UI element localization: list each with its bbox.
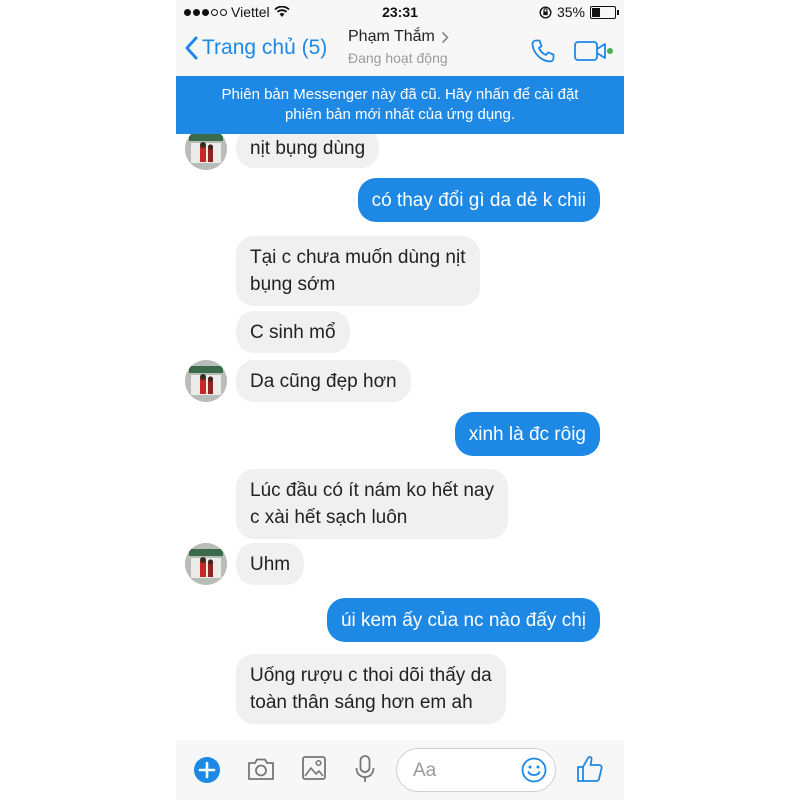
chevron-left-icon (185, 36, 198, 60)
contact-avatar[interactable] (185, 543, 227, 585)
message-text-line: Uống rượu c thoi dõi thấy da (250, 665, 492, 686)
received-message-bubble[interactable]: Lúc đầu có ít nám ko hết nay c xài hết sạ… (236, 469, 508, 539)
contact-name: Phạm Thắm (348, 28, 435, 45)
phone-icon[interactable] (530, 38, 556, 64)
status-right: 35% (539, 4, 619, 20)
microphone-icon[interactable] (353, 754, 377, 784)
battery-percent: 35% (556, 4, 585, 20)
sent-message-bubble[interactable]: có thay đổi gì da dẻ k chii (357, 178, 600, 222)
received-message-bubble[interactable]: Uống rượu c thoi dõi thấy da toàn thân sá… (236, 654, 506, 724)
sent-message-bubble[interactable]: xinh là đc rôig (454, 412, 600, 456)
update-banner[interactable]: Phiên bản Messenger này đã cũ. Hãy nhấn … (176, 76, 624, 134)
received-message-bubble[interactable]: C sinh mổ (236, 311, 350, 353)
battery-icon (590, 5, 619, 19)
message-text-line: có thay đổi gì da dẻ k chii (371, 189, 586, 211)
received-message-bubble[interactable]: Tại c chưa muốn dùng nịt bụng sớm (236, 236, 480, 306)
message-text-line: Lúc đầu có ít nám ko hết nay (250, 480, 494, 501)
sent-message-bubble[interactable]: úi kem ấy của nc nào đấy chị (326, 598, 600, 642)
message-text-line: Tại c chưa muốn dùng nịt (250, 247, 466, 268)
contact-status: Đang hoạt động (348, 50, 448, 66)
received-message-bubble[interactable]: nịt bụng dùng (236, 134, 380, 168)
plus-icon[interactable] (193, 756, 221, 784)
composer-toolbar (176, 740, 624, 800)
thumbs-up-icon[interactable] (576, 754, 604, 784)
message-text-line: bụng sớm (250, 274, 336, 295)
message-text-line: c xài hết sạch luôn (250, 507, 408, 528)
message-text-line: xinh là đc rôig (468, 423, 586, 445)
status-bar: Viettel 23:31 35% (176, 0, 624, 26)
contact-header[interactable]: Phạm Thắm Đang hoạt động (348, 28, 449, 66)
chevron-right-icon (441, 31, 449, 43)
phone-screen: Viettel 23:31 35% Trang chủ (5) Phạm Thắ… (176, 0, 624, 800)
message-text-line: toàn thân sáng hơn em ah (250, 692, 473, 713)
message-text-line: úi kem ấy của nc nào đấy chị (340, 609, 586, 631)
message-text-line: C sinh mổ (250, 321, 336, 343)
message-composer[interactable] (396, 748, 556, 792)
video-call-icon[interactable] (574, 39, 614, 63)
received-message-bubble[interactable]: Da cũng đẹp hơn (236, 360, 411, 402)
gallery-icon[interactable] (301, 755, 327, 781)
orientation-lock-icon (539, 5, 552, 19)
back-button[interactable]: Trang chủ (5) (184, 36, 327, 60)
emoji-icon[interactable] (521, 757, 547, 783)
message-text-line: Da cũng đẹp hơn (250, 370, 397, 392)
contact-avatar[interactable] (185, 360, 227, 402)
banner-line-1: Phiên bản Messenger này đã cũ. Hãy nhấn … (221, 86, 579, 103)
contact-avatar[interactable] (185, 134, 227, 170)
nav-actions (530, 38, 614, 64)
message-input[interactable] (411, 758, 515, 784)
received-message-bubble[interactable]: Uhm (236, 543, 305, 585)
camera-icon[interactable] (246, 756, 276, 782)
message-text-line: Uhm (250, 553, 291, 575)
nav-bar: Trang chủ (5) Phạm Thắm Đang hoạt động (176, 26, 624, 76)
message-text-line: nịt bụng dùng (250, 137, 366, 159)
message-list[interactable]: nịt bụng dùng có thay đổi gì da dẻ k chii… (176, 134, 624, 739)
banner-line-2: phiên bản mới nhất của ứng dụng. (284, 106, 516, 123)
back-label: Trang chủ (5) (202, 36, 328, 59)
